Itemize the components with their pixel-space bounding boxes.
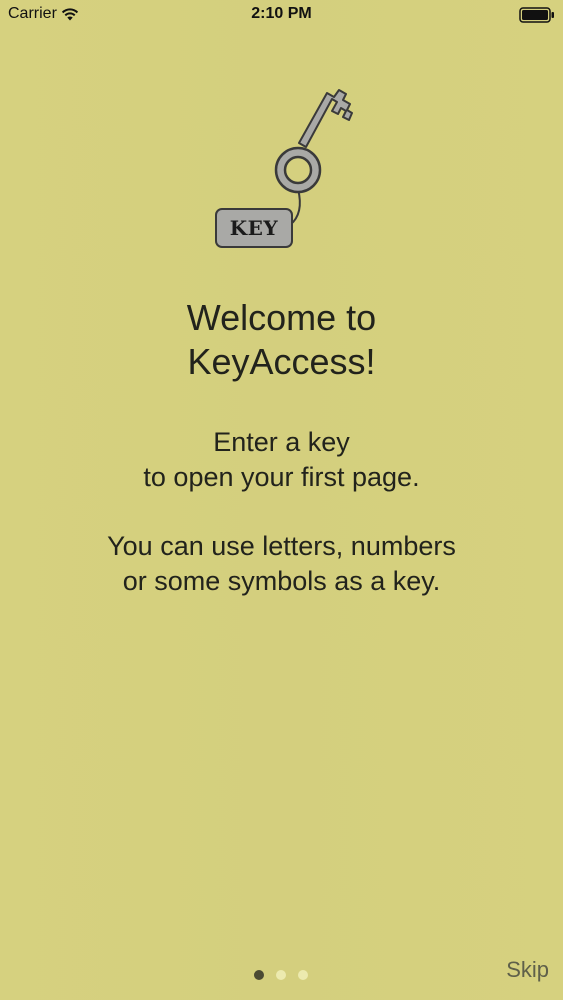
instruction-line2: to open your first page. [143,462,420,492]
key-illustration: KEY [210,85,360,255]
instruction-key-characters: You can use letters, numbers or some sym… [0,529,563,599]
instruction-line1: Enter a key [213,427,350,457]
status-time: 2:10 PM [251,5,312,22]
welcome-title-line2: KeyAccess! [187,341,376,382]
skip-button[interactable]: Skip [506,957,549,983]
page-dot-1[interactable] [254,970,264,980]
page-indicator[interactable] [254,970,308,980]
onboarding-screen: Carrier 2:10 PM KEY Welcome to KeyAccess… [0,0,563,1000]
instruction-line4: or some symbols as a key. [122,566,441,596]
welcome-title: Welcome to KeyAccess! [0,296,563,384]
key-tag-label: KEY [229,216,279,240]
page-dot-2[interactable] [276,970,286,980]
welcome-title-line1: Welcome to [186,297,377,338]
instruction-enter-key: Enter a key to open your first page. [0,425,563,495]
status-bar: Carrier 2:10 PM [0,0,563,30]
instruction-line3: You can use letters, numbers [107,531,456,561]
battery-full-icon [519,7,554,23]
page-dot-3[interactable] [298,970,308,980]
